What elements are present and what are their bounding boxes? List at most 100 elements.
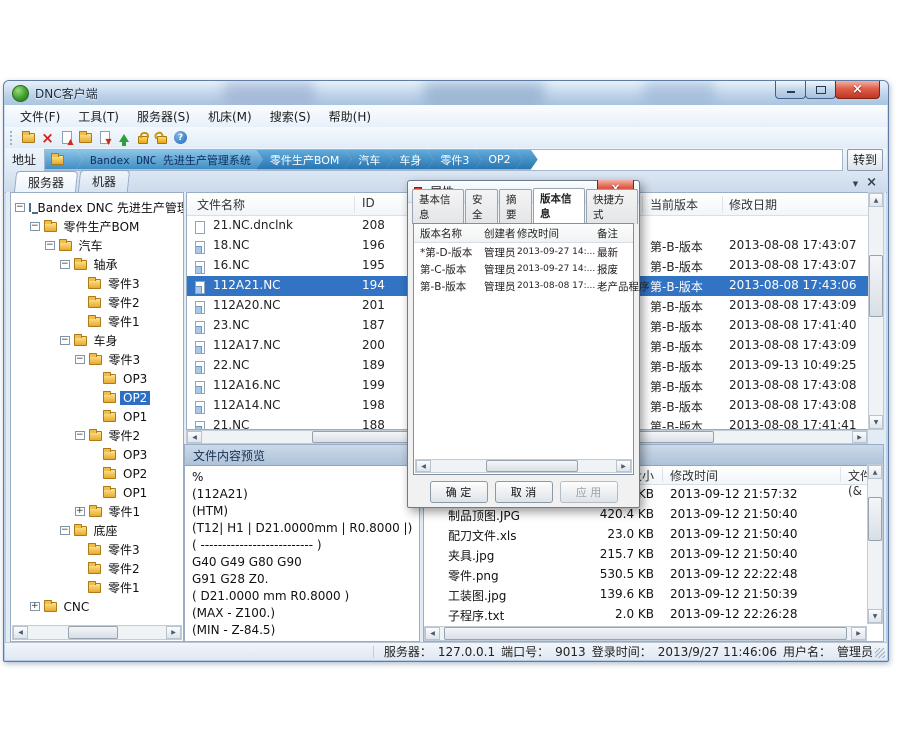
checkout-file-button[interactable]: ▼ bbox=[95, 129, 114, 146]
tree-item-op1b[interactable]: OP1 bbox=[11, 483, 183, 502]
attachment-row[interactable]: 零件.png530.5 KB2013-09-12 22:22:48 bbox=[424, 565, 883, 585]
maximize-button[interactable] bbox=[805, 81, 836, 99]
tree-item-part1c[interactable]: 零件1 bbox=[11, 578, 183, 597]
scroll-right-icon[interactable] bbox=[852, 431, 867, 443]
attachments-vertical-scrollbar[interactable] bbox=[867, 464, 883, 624]
expand-icon[interactable] bbox=[75, 507, 85, 516]
col-modify-time[interactable]: 修改时间 bbox=[517, 226, 559, 241]
breadcrumb-folder-segment[interactable] bbox=[45, 150, 83, 170]
scrollbar-thumb[interactable] bbox=[68, 626, 118, 639]
address-field[interactable]: Bandex DNC 先进生产管理系统 零件生产BOM 汽车 车身 零件3 OP… bbox=[44, 149, 843, 171]
col-modified-date[interactable]: 修改日期 bbox=[729, 196, 777, 213]
breadcrumb-item-root[interactable]: Bandex DNC 先进生产管理系统 bbox=[76, 150, 263, 170]
col-id[interactable]: ID bbox=[362, 196, 375, 210]
go-button[interactable]: 转到 bbox=[847, 149, 883, 171]
scroll-up-icon[interactable] bbox=[868, 465, 882, 479]
col-version-name[interactable]: 版本名称 bbox=[420, 226, 462, 241]
scrollbar-thumb[interactable] bbox=[444, 627, 847, 640]
attachment-row[interactable]: 夹具.jpg215.7 KB2013-09-12 21:50:40 bbox=[424, 545, 883, 565]
tab-server[interactable]: 服务器 bbox=[14, 171, 78, 193]
attachment-row[interactable]: 配刀文件.xls23.0 KB2013-09-12 21:50:40 bbox=[424, 525, 883, 545]
scroll-up-icon[interactable] bbox=[869, 193, 883, 207]
tree-item-part3b[interactable]: 零件3 bbox=[11, 350, 183, 369]
close-pane-icon[interactable] bbox=[866, 175, 877, 189]
delete-button[interactable] bbox=[38, 129, 57, 146]
tree-item-part2[interactable]: 零件2 bbox=[11, 293, 183, 312]
scroll-down-icon[interactable] bbox=[868, 609, 882, 623]
tab-summary[interactable]: 摘要 bbox=[499, 189, 532, 224]
col-modified-time[interactable]: 修改时间 bbox=[670, 467, 718, 484]
scroll-right-icon[interactable] bbox=[851, 627, 866, 640]
tab-version-info[interactable]: 版本信息 bbox=[533, 188, 585, 225]
menu-item-tools[interactable]: 工具(T) bbox=[69, 106, 128, 127]
version-row[interactable]: 第-C-版本管理员2013-09-27 14:...报废 bbox=[414, 260, 633, 277]
minimize-button[interactable] bbox=[775, 81, 806, 99]
scroll-right-icon[interactable] bbox=[166, 626, 181, 639]
breadcrumb-item-auto[interactable]: 汽车 bbox=[344, 150, 392, 170]
attachments-horizontal-scrollbar[interactable] bbox=[424, 626, 867, 641]
breadcrumb-item-bom[interactable]: 零件生产BOM bbox=[256, 150, 352, 170]
tree-item-carbody[interactable]: 车身 bbox=[11, 331, 183, 350]
tab-basic-info[interactable]: 基本信息 bbox=[412, 189, 464, 224]
menu-item-machine[interactable]: 机床(M) bbox=[199, 106, 261, 127]
breadcrumb-item-part3[interactable]: 零件3 bbox=[426, 150, 481, 170]
menu-item-file[interactable]: 文件(F) bbox=[11, 106, 69, 127]
scroll-left-icon[interactable] bbox=[416, 460, 431, 472]
tree-item-root[interactable]: Bandex DNC 先进生产管理系统 bbox=[11, 198, 183, 217]
attachment-row[interactable]: 子程序.txt2.0 KB2013-09-12 22:26:28 bbox=[424, 605, 883, 625]
col-note[interactable]: 备注 bbox=[597, 226, 618, 241]
checkin-file-button[interactable]: ▲ bbox=[57, 129, 76, 146]
unlock-button[interactable] bbox=[152, 129, 171, 146]
cancel-button[interactable]: 取 消 bbox=[495, 481, 553, 503]
tree-item-base[interactable]: 底座 bbox=[11, 521, 183, 540]
ok-button[interactable]: 确 定 bbox=[430, 481, 488, 503]
open-folder-button[interactable] bbox=[76, 129, 95, 146]
collapse-icon[interactable] bbox=[15, 203, 25, 212]
tab-machine[interactable]: 机器 bbox=[78, 170, 130, 192]
help-button[interactable]: ? bbox=[171, 129, 190, 146]
tab-shortcut[interactable]: 快捷方式 bbox=[586, 189, 638, 224]
breadcrumb-item-body[interactable]: 车身 bbox=[385, 150, 433, 170]
collapse-icon[interactable] bbox=[45, 241, 55, 250]
col-current-version[interactable]: 当前版本 bbox=[650, 196, 698, 213]
close-button[interactable] bbox=[835, 81, 880, 99]
tree-item-part1[interactable]: 零件1 bbox=[11, 312, 183, 331]
tree-item-part2c[interactable]: 零件2 bbox=[11, 559, 183, 578]
tree-item-auto[interactable]: 汽车 bbox=[11, 236, 183, 255]
collapse-icon[interactable] bbox=[60, 336, 70, 345]
new-folder-button[interactable] bbox=[19, 129, 38, 146]
collapse-icon[interactable] bbox=[75, 431, 85, 440]
collapse-icon[interactable] bbox=[30, 222, 40, 231]
dialog-horizontal-scrollbar[interactable] bbox=[415, 459, 632, 473]
attachment-row[interactable]: 工装图.jpg139.6 KB2013-09-12 21:50:39 bbox=[424, 585, 883, 605]
chevron-down-icon[interactable] bbox=[853, 175, 858, 189]
collapse-icon[interactable] bbox=[75, 355, 85, 364]
tree-item-part3c[interactable]: 零件3 bbox=[11, 540, 183, 559]
collapse-icon[interactable] bbox=[60, 526, 70, 535]
menu-item-help[interactable]: 帮助(H) bbox=[320, 106, 380, 127]
scrollbar-thumb[interactable] bbox=[868, 497, 882, 541]
collapse-icon[interactable] bbox=[60, 260, 70, 269]
scroll-left-icon[interactable] bbox=[187, 431, 202, 443]
version-row[interactable]: 第-B-版本管理员2013-08-08 17:...老产品程序 bbox=[414, 277, 633, 294]
menu-item-server[interactable]: 服务器(S) bbox=[128, 106, 199, 127]
tree-item-bom[interactable]: 零件生产BOM bbox=[11, 217, 183, 236]
scrollbar-thumb[interactable] bbox=[486, 460, 578, 472]
tree-item-part2b[interactable]: 零件2 bbox=[11, 426, 183, 445]
version-row[interactable]: *第-D-版本管理员2013-09-27 14:...最新 bbox=[414, 243, 633, 260]
scrollbar-thumb[interactable] bbox=[869, 255, 883, 317]
scroll-left-icon[interactable] bbox=[425, 627, 440, 640]
scroll-left-icon[interactable] bbox=[13, 626, 28, 639]
expand-icon[interactable] bbox=[30, 602, 40, 611]
resize-grip[interactable] bbox=[875, 648, 885, 658]
col-file-name[interactable]: 文件名称 bbox=[197, 196, 245, 213]
tree-item-op1[interactable]: OP1 bbox=[11, 407, 183, 426]
tree-item-op3[interactable]: OP3 bbox=[11, 369, 183, 388]
lock-button[interactable] bbox=[133, 129, 152, 146]
tree-horizontal-scrollbar[interactable] bbox=[12, 625, 182, 640]
scroll-right-icon[interactable] bbox=[616, 460, 631, 472]
tree-item-op3b[interactable]: OP3 bbox=[11, 445, 183, 464]
tree-item-op2b[interactable]: OP2 bbox=[11, 464, 183, 483]
col-creator[interactable]: 创建者 bbox=[484, 226, 516, 241]
menu-item-search[interactable]: 搜索(S) bbox=[261, 106, 320, 127]
